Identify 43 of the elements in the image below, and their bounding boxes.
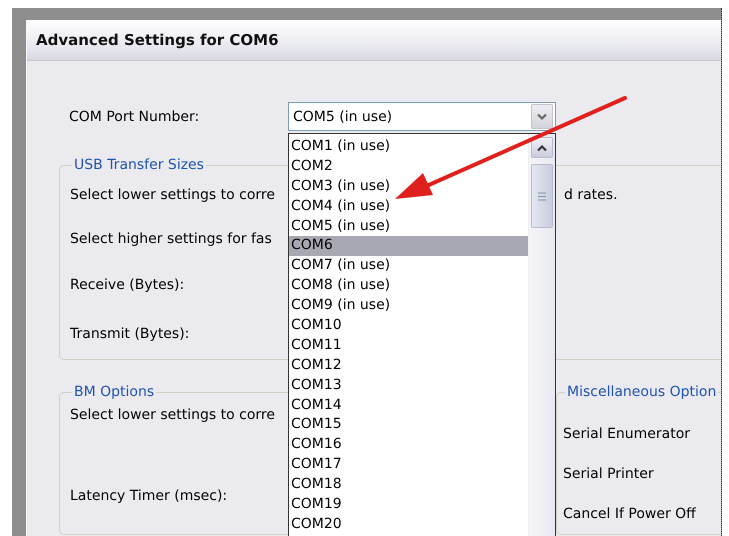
grip-icon [538,192,546,200]
dropdown-option[interactable]: COM19 [289,495,528,515]
dropdown-option[interactable]: COM14 [289,396,528,416]
dropdown-option[interactable]: COM6 [289,236,528,256]
setting-label: Select lower settings to corre [70,187,275,203]
dropdown-option[interactable]: COM15 [289,415,528,436]
dropdown-option[interactable]: COM8 (in use) [289,276,528,296]
setting-label: Receive (Bytes): [70,277,184,293]
dropdown-option[interactable]: COM11 [289,336,528,356]
dropdown-option[interactable]: COM18 [289,475,528,496]
setting-label: Select higher settings for fas [70,231,272,247]
setting-label: Transmit (Bytes): [70,326,190,342]
com-port-dropdown[interactable]: COM5 (in use) [288,102,556,131]
scroll-up-button[interactable] [531,137,553,158]
dropdown-option[interactable]: COM12 [289,356,528,376]
dropdown-option[interactable]: COM20 [289,514,528,535]
setting-label: d rates. [564,187,618,203]
dropdown-option[interactable]: COM5 (in use) [289,216,528,236]
dropdown-option[interactable]: COM2 [289,156,528,177]
setting-label: Select lower settings to corre [70,407,275,423]
dropdown-option[interactable]: COM17 [289,455,528,476]
dropdown-option[interactable]: COM16 [289,435,528,456]
group-title: USB Transfer Sizes [73,157,205,173]
chevron-up-icon [537,144,547,152]
com-port-label: COM Port Number: [69,108,200,124]
group-title: Miscellaneous Option [566,384,718,400]
option-label: Serial Printer [563,466,654,482]
chevron-down-icon [537,112,547,120]
window-title: Advanced Settings for COM6 [36,31,279,49]
scrollbar[interactable] [528,134,555,536]
dropdown-option[interactable]: COM1 (in use) [289,137,528,157]
dropdown-option[interactable]: COM9 (in use) [289,296,528,316]
dropdown-option[interactable]: COM13 [289,376,528,396]
option-label: Cancel If Power Off [563,506,696,522]
option-label: Serial Enumerator [563,426,690,442]
dropdown-option[interactable]: COM7 (in use) [289,256,528,276]
scroll-thumb[interactable] [531,164,553,228]
dropdown-option[interactable]: COM10 [289,316,528,336]
dropdown-button[interactable] [531,104,553,129]
dropdown-option[interactable]: COM4 (in use) [289,196,528,217]
group-title: BM Options [73,384,156,400]
dropdown-option[interactable]: COM3 (in use) [289,176,528,197]
setting-label: Latency Timer (msec): [70,488,228,504]
